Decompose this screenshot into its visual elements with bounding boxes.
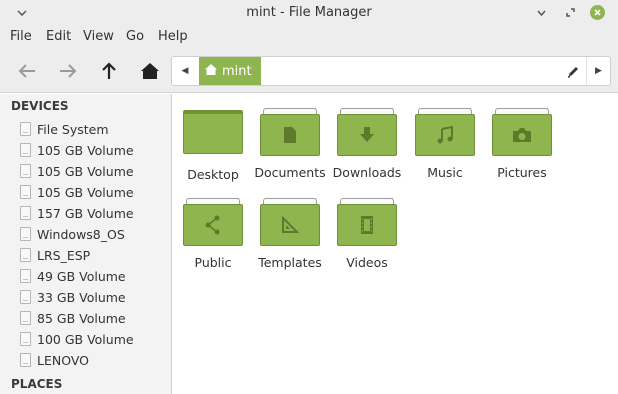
sidebar-item-label: 85 GB Volume [37,310,126,326]
breadcrumb-home[interactable]: mint [199,57,261,85]
drive-icon [20,206,31,220]
templates-folder-icon [260,198,320,246]
sidebar-item-volume[interactable]: 105 GB Volume [20,182,134,202]
drive-icon [20,248,31,262]
folder-item[interactable]: Public [177,198,249,270]
folder-label: Documents [254,165,326,180]
drive-icon [20,332,31,346]
sidebar-item-label: 49 GB Volume [37,268,126,284]
folder-label: Desktop [187,167,239,182]
sidebar-item-volume[interactable]: 105 GB Volume [20,140,134,160]
folder-label: Downloads [332,165,402,180]
sidebar-item-label: Windows8_OS [37,226,125,242]
folder-item[interactable]: Downloads [331,108,403,180]
drive-icon [20,185,31,199]
pencil-icon[interactable] [560,57,586,85]
folder-label: Templates [258,255,322,270]
downloads-folder-icon [337,108,397,156]
path-bar: ◀ mint ▶ [171,56,611,86]
minimize-icon[interactable] [533,4,550,21]
videos-folder-icon [337,198,397,246]
file-view: Desktop Documents Downloads Music Pictur… [173,94,618,394]
sidebar-item-volume[interactable]: 157 GB Volume [20,203,134,223]
close-icon[interactable] [589,4,606,21]
sidebar-item-volume[interactable]: 105 GB Volume [20,161,134,181]
folder-item[interactable]: Pictures [486,108,558,180]
menu-help[interactable]: Help [158,29,188,44]
menu-view[interactable]: View [83,29,114,44]
sidebar-item-windows8-os[interactable]: Windows8_OS [20,224,125,244]
music-folder-icon [415,108,475,156]
sidebar-item-label: File System [37,121,109,137]
arrow-up-icon[interactable] [95,57,123,85]
folder-label: Pictures [497,165,547,180]
drive-icon [20,290,31,304]
sidebar: DEVICES File System 105 GB Volume 105 GB… [0,94,172,394]
sidebar-item-volume[interactable]: 33 GB Volume [20,287,126,307]
folder-item[interactable]: Videos [331,198,403,270]
documents-folder-icon [260,108,320,156]
path-scroll-left-icon[interactable]: ◀ [172,57,198,85]
sidebar-item-volume[interactable]: 85 GB Volume [20,308,126,328]
folder-item[interactable]: Templates [254,198,326,270]
pictures-folder-icon [492,108,552,156]
folder-item[interactable]: Desktop [177,110,249,182]
drive-icon [20,227,31,241]
sidebar-item-label: 105 GB Volume [37,163,134,179]
arrow-right-icon[interactable] [54,57,82,85]
desktop-folder-icon [183,110,243,158]
window-title: mint - File Manager [246,5,372,20]
folder-label: Music [427,165,463,180]
sidebar-section-devices: DEVICES [11,99,69,113]
sidebar-item-label: 105 GB Volume [37,142,134,158]
sidebar-item-label: 33 GB Volume [37,289,126,305]
home-icon[interactable] [136,57,164,85]
drive-icon [20,143,31,157]
public-folder-icon [183,198,243,246]
folder-label: Videos [346,255,388,270]
arrow-left-icon[interactable] [13,57,41,85]
menu-bar: File Edit View Go Help [0,25,618,49]
sidebar-item-lrs-esp[interactable]: LRS_ESP [20,245,90,265]
drive-icon [20,164,31,178]
drive-icon [20,311,31,325]
sidebar-item-label: LENOVO [37,352,90,368]
menu-edit[interactable]: Edit [46,29,71,44]
menu-go[interactable]: Go [126,29,144,44]
home-icon [205,63,217,79]
sidebar-item-label: LRS_ESP [37,247,91,263]
maximize-icon[interactable] [562,4,579,21]
toolbar: ◀ mint ▶ [0,49,618,93]
breadcrumb-label: mint [222,63,252,79]
title-bar: mint - File Manager [0,0,618,25]
path-scroll-right-icon[interactable]: ▶ [586,57,610,85]
sidebar-item-label: 100 GB Volume [37,331,134,347]
drive-icon [20,353,31,367]
sidebar-item-volume[interactable]: 49 GB Volume [20,266,126,286]
folder-item[interactable]: Music [409,108,481,180]
sidebar-section-places: PLACES [11,377,63,391]
sidebar-item-file-system[interactable]: File System [20,119,109,139]
folder-item[interactable]: Documents [254,108,326,180]
sidebar-item-label: 105 GB Volume [37,184,134,200]
drive-icon [20,122,31,136]
menu-file[interactable]: File [10,29,32,44]
folder-label: Public [194,255,232,270]
sidebar-item-volume[interactable]: 100 GB Volume [20,329,134,349]
sidebar-item-lenovo[interactable]: LENOVO [20,350,89,370]
sidebar-item-label: 157 GB Volume [37,205,134,221]
drive-icon [20,269,31,283]
